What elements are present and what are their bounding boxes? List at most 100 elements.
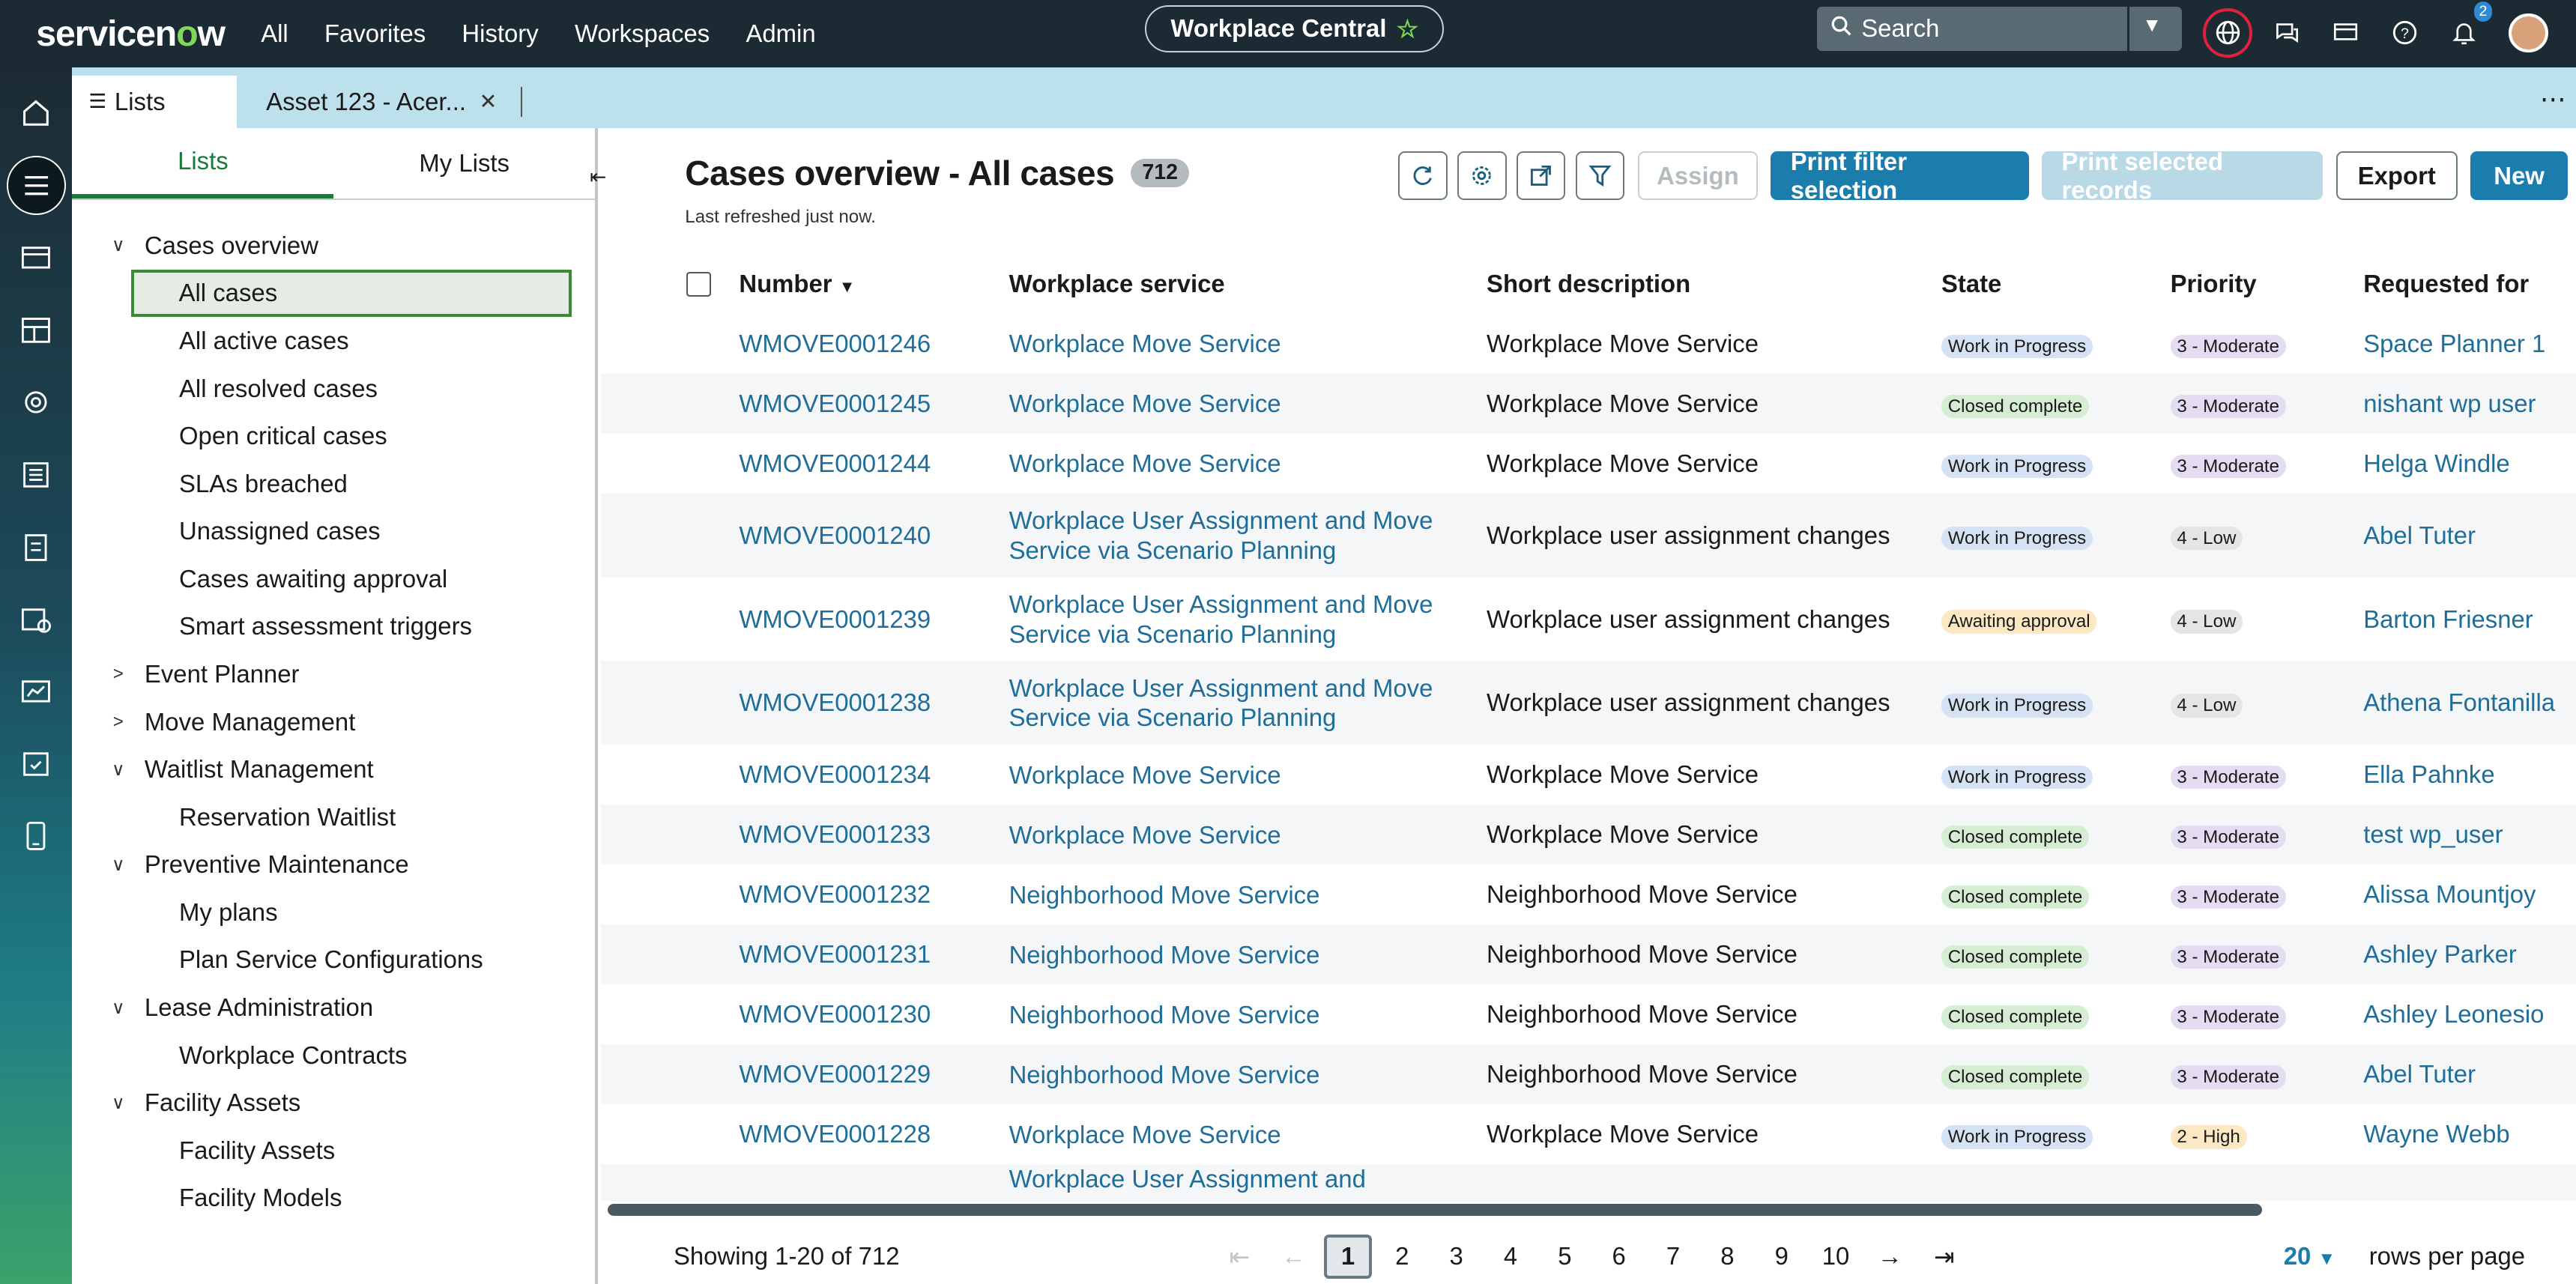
case-number-link[interactable]: WMOVE0001231 bbox=[739, 940, 1009, 969]
group-waitlist-management[interactable]: ∨ Waitlist Management bbox=[72, 745, 595, 793]
page-2-button[interactable]: 2 bbox=[1375, 1242, 1429, 1271]
close-icon[interactable]: ✕ bbox=[480, 89, 498, 115]
chevron-down-icon[interactable]: ∨ bbox=[105, 1092, 131, 1114]
table-row[interactable]: WMOVE0001246 Workplace Move Service Workpl… bbox=[601, 314, 2576, 374]
workplace-service-link[interactable]: Neighborhood Move Service bbox=[1009, 880, 1487, 909]
table-row[interactable]: WMOVE0001244 Workplace Move Service Workpl… bbox=[601, 434, 2576, 494]
workspace-pill[interactable]: Workplace Central ☆ bbox=[1145, 4, 1445, 53]
case-number-link[interactable]: WMOVE0001240 bbox=[739, 521, 1009, 550]
calendar-check-icon[interactable] bbox=[7, 734, 66, 793]
list-item-open-critical-cases[interactable]: Open critical cases bbox=[72, 412, 595, 460]
nav-history[interactable]: History bbox=[462, 19, 538, 48]
requested-for-link[interactable]: Athena Fontanilla bbox=[2363, 688, 2576, 717]
table-row[interactable]: WMOVE0001239 Workplace User Assignment an… bbox=[601, 578, 2576, 661]
requested-for-link[interactable]: Abel Tuter bbox=[2363, 1060, 2576, 1088]
case-number-link[interactable]: WMOVE0001239 bbox=[739, 605, 1009, 634]
case-number-link[interactable]: WMOVE0001238 bbox=[739, 688, 1009, 717]
star-icon[interactable]: ☆ bbox=[1397, 14, 1418, 43]
list-item-unassigned-cases[interactable]: Unassigned cases bbox=[72, 507, 595, 555]
help-icon[interactable]: ? bbox=[2380, 8, 2430, 58]
workplace-service-link[interactable]: Workplace Move Service bbox=[1009, 1120, 1487, 1149]
case-number-link[interactable]: WMOVE0001229 bbox=[739, 1060, 1009, 1088]
group-cases-overview[interactable]: ∨ Cases overview bbox=[72, 222, 595, 270]
collapse-sidebar-icon[interactable]: ⇤ bbox=[590, 166, 606, 189]
workplace-service-link[interactable]: Workplace Move Service bbox=[1009, 760, 1487, 790]
rows-per-page-select[interactable]: 20 ▼ bbox=[2284, 1242, 2336, 1271]
select-all-checkbox[interactable] bbox=[686, 271, 712, 297]
group-event-planner[interactable]: > Event Planner bbox=[72, 650, 595, 698]
chevron-right-icon[interactable]: > bbox=[105, 664, 131, 685]
workplace-service-link[interactable]: Workplace User Assignment and bbox=[1009, 1164, 1487, 1193]
workplace-service-link[interactable]: Workplace Move Service bbox=[1009, 329, 1487, 358]
workplace-service-link[interactable]: Neighborhood Move Service bbox=[1009, 1000, 1487, 1029]
list-item-facility-assets[interactable]: Facility Assets bbox=[72, 1127, 595, 1175]
screen-icon[interactable] bbox=[2321, 8, 2371, 58]
table-row[interactable]: WMOVE0001231 Neighborhood Move Service Nei… bbox=[601, 924, 2576, 985]
table-row[interactable]: WMOVE0001240 Workplace User Assignment an… bbox=[601, 493, 2576, 578]
page-1-button[interactable]: 1 bbox=[1324, 1234, 1372, 1279]
export-button[interactable]: Export bbox=[2335, 151, 2458, 201]
case-number-link[interactable]: WMOVE0001244 bbox=[739, 449, 1009, 478]
case-number-link[interactable]: WMOVE0001230 bbox=[739, 1000, 1009, 1029]
page-4-button[interactable]: 4 bbox=[1484, 1242, 1538, 1271]
page-3-button[interactable]: 3 bbox=[1429, 1242, 1483, 1271]
table-row[interactable]: WMOVE0001245 Workplace Move Service Workpl… bbox=[601, 373, 2576, 434]
settings-button[interactable] bbox=[1457, 151, 1507, 201]
table-row[interactable]: WMOVE0001233 Workplace Move Service Workpl… bbox=[601, 805, 2576, 865]
page-6-button[interactable]: 6 bbox=[1592, 1242, 1646, 1271]
table-row[interactable]: WMOVE0001238 Workplace User Assignment an… bbox=[601, 661, 2576, 745]
list-item-my-plans[interactable]: My plans bbox=[72, 888, 595, 936]
filter-button[interactable] bbox=[1575, 151, 1625, 201]
column-number[interactable]: Number ▼ bbox=[739, 270, 1009, 298]
workplace-service-link[interactable]: Workplace User Assignment and Move Servi… bbox=[1009, 673, 1487, 733]
home-icon[interactable] bbox=[7, 84, 66, 143]
page-7-button[interactable]: 7 bbox=[1646, 1242, 1700, 1271]
column-workplace-service[interactable]: Workplace service bbox=[1009, 270, 1487, 298]
page-8-button[interactable]: 8 bbox=[1700, 1242, 1754, 1271]
column-priority[interactable]: Priority bbox=[2171, 270, 2364, 298]
print-selected-records-button[interactable]: Print selected records bbox=[2042, 148, 2323, 204]
tab-my-lists[interactable]: My Lists bbox=[333, 128, 595, 199]
last-page-icon[interactable]: ⇥ bbox=[1917, 1242, 1971, 1271]
requested-for-link[interactable]: Ella Pahnke bbox=[2363, 760, 2576, 789]
global-search[interactable]: Search ▼ bbox=[1817, 6, 2182, 51]
chat-icon[interactable] bbox=[2262, 8, 2312, 58]
list-item-cases-awaiting-approval[interactable]: Cases awaiting approval bbox=[72, 555, 595, 603]
servicenow-logo[interactable]: servicenow bbox=[36, 13, 226, 55]
requested-for-link[interactable]: Wayne Webb bbox=[2363, 1120, 2576, 1148]
nav-workspaces[interactable]: Workspaces bbox=[575, 19, 710, 48]
chart-icon[interactable] bbox=[7, 661, 66, 721]
requested-for-link[interactable]: Abel Tuter bbox=[2363, 521, 2576, 550]
column-requested-for[interactable]: Requested for bbox=[2363, 270, 2576, 298]
chevron-down-icon[interactable]: ∨ bbox=[105, 759, 131, 781]
refresh-button[interactable] bbox=[1397, 151, 1448, 201]
sort-desc-icon[interactable]: ▼ bbox=[839, 277, 856, 296]
card-icon[interactable] bbox=[7, 228, 66, 288]
case-number-link[interactable]: WMOVE0001228 bbox=[739, 1120, 1009, 1148]
tablet-icon[interactable] bbox=[7, 806, 66, 865]
table-row[interactable]: WMOVE0001230 Neighborhood Move Service Nei… bbox=[601, 984, 2576, 1044]
requested-for-link[interactable]: nishant wp user bbox=[2363, 390, 2576, 418]
group-preventive-maintenance[interactable]: ∨ Preventive Maintenance bbox=[72, 841, 595, 889]
workplace-service-link[interactable]: Workplace Move Service bbox=[1009, 389, 1487, 418]
case-number-link[interactable]: WMOVE0001245 bbox=[739, 390, 1009, 418]
page-5-button[interactable]: 5 bbox=[1538, 1242, 1591, 1271]
requested-for-link[interactable]: test wp_user bbox=[2363, 820, 2576, 849]
user-avatar[interactable] bbox=[2508, 13, 2548, 53]
chevron-right-icon[interactable]: > bbox=[105, 712, 131, 733]
table-row[interactable]: Workplace User Assignment and bbox=[601, 1164, 2576, 1201]
table-row[interactable]: WMOVE0001228 Workplace Move Service Workpl… bbox=[601, 1104, 2576, 1164]
list-item-slas-breached[interactable]: SLAs breached bbox=[72, 460, 595, 508]
chevron-down-icon[interactable]: ∨ bbox=[105, 854, 131, 876]
chevron-down-icon[interactable]: ∨ bbox=[105, 997, 131, 1019]
table-row[interactable]: WMOVE0001232 Neighborhood Move Service Nei… bbox=[601, 864, 2576, 924]
bell-icon[interactable]: 2 bbox=[2440, 1, 2493, 58]
assign-button[interactable]: Assign bbox=[1637, 151, 1758, 201]
case-number-link[interactable]: WMOVE0001246 bbox=[739, 330, 1009, 358]
workplace-service-link[interactable]: Workplace Move Service bbox=[1009, 820, 1487, 850]
workplace-service-link[interactable]: Workplace User Assignment and Move Servi… bbox=[1009, 590, 1487, 649]
globe-icon[interactable] bbox=[2203, 7, 2253, 58]
clipboard-icon[interactable] bbox=[7, 518, 66, 577]
table-row[interactable]: WMOVE0001234 Workplace Move Service Workpl… bbox=[601, 745, 2576, 805]
requested-for-link[interactable]: Helga Windle bbox=[2363, 449, 2576, 478]
